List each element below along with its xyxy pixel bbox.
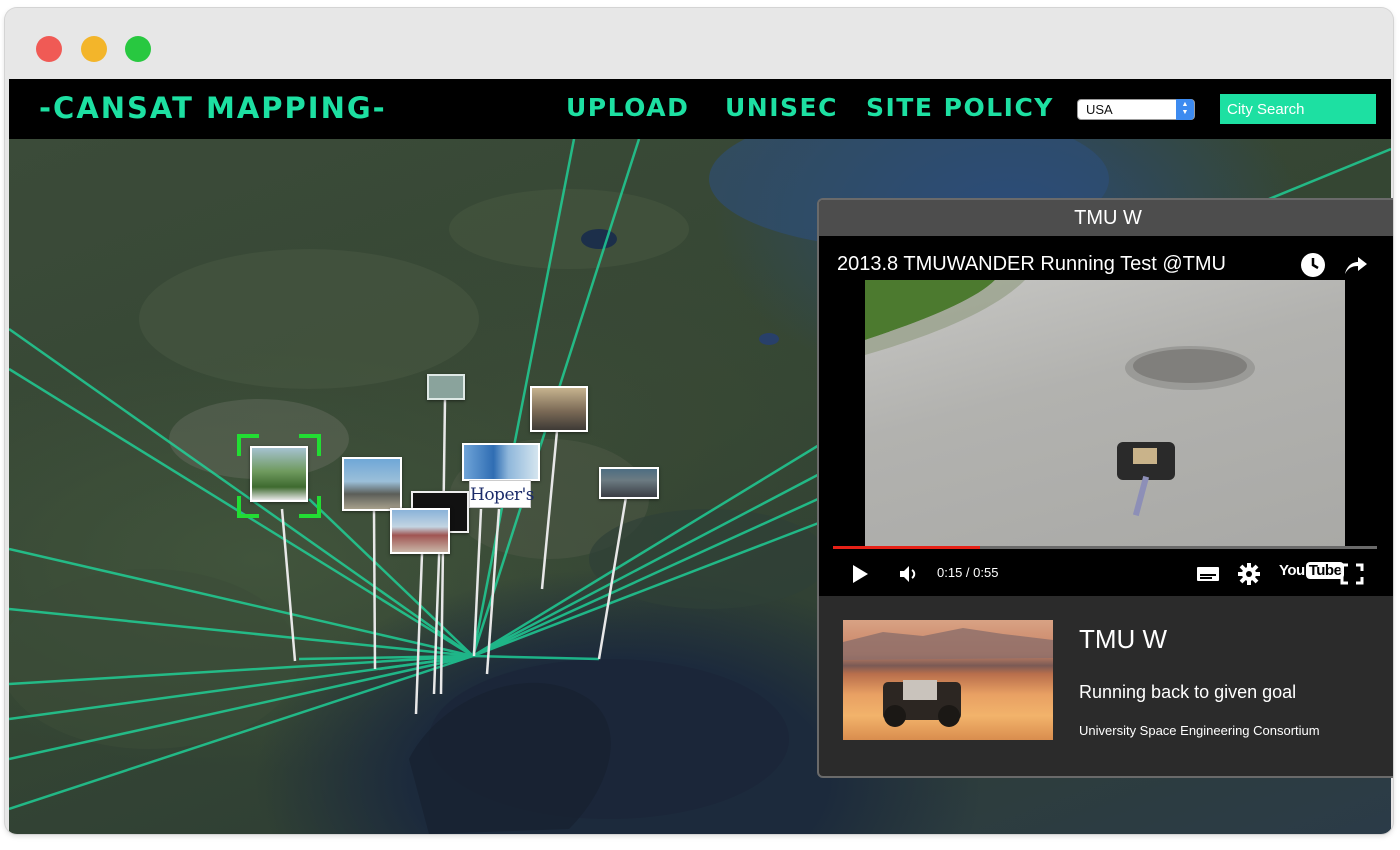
video-still — [865, 280, 1255, 517]
team-thumbnail — [843, 620, 1053, 740]
browser-window: -CANSAT MAPPING- UPLOAD UNISEC SITE POLI… — [5, 8, 1393, 834]
map-marker-photo-6[interactable] — [390, 508, 450, 554]
country-select-value: USA — [1086, 102, 1113, 117]
video-progress-bar[interactable] — [833, 546, 1377, 549]
team-description: Running back to given goal — [1079, 682, 1297, 702]
video-time: 0:15 / 0:55 — [937, 565, 999, 580]
team-organization: University Space Engineering Consortium — [1079, 723, 1320, 738]
volume-icon[interactable] — [897, 562, 921, 586]
top-navbar: -CANSAT MAPPING- UPLOAD UNISEC SITE POLI… — [9, 79, 1391, 139]
map-marker-photo-1[interactable] — [427, 374, 465, 400]
fullscreen-icon[interactable] — [1339, 562, 1365, 586]
youtube-logo[interactable]: You Tube — [1279, 562, 1345, 579]
country-select[interactable]: USA ▲ ▼ — [1077, 99, 1195, 120]
map-marker-photo-2[interactable] — [530, 386, 588, 432]
youtube-video-player[interactable]: 2013.8 TMUWANDER Running Test @TMU 0:15 … — [819, 236, 1393, 596]
team-info-panel: TMU W 2013.8 TMUWANDER Running Test @TMU — [817, 198, 1393, 778]
minimize-window-button[interactable] — [81, 36, 107, 62]
panel-title: TMU W — [819, 200, 1393, 236]
captions-icon[interactable] — [1195, 562, 1221, 586]
video-progress-fill — [833, 546, 980, 549]
select-arrows-icon: ▲ ▼ — [1176, 99, 1194, 120]
watch-later-icon[interactable] — [1299, 251, 1327, 279]
map-marker-photo-selected[interactable] — [250, 446, 308, 502]
close-window-button[interactable] — [36, 36, 62, 62]
map-marker-hopers[interactable]: Hoper's — [469, 480, 535, 508]
nav-upload-link[interactable]: UPLOAD — [566, 93, 689, 122]
video-frame[interactable] — [865, 280, 1345, 548]
video-title[interactable]: 2013.8 TMUWANDER Running Test @TMU — [837, 253, 1226, 276]
nav-site-policy-link[interactable]: SITE POLICY — [866, 93, 1054, 122]
nav-unisec-link[interactable]: UNISEC — [725, 93, 838, 122]
settings-icon[interactable] — [1237, 562, 1261, 586]
window-titlebar — [5, 8, 1393, 79]
map-marker-photo-3[interactable] — [462, 443, 540, 481]
team-name: TMU W — [1079, 624, 1168, 654]
map-marker-photo-4[interactable] — [342, 457, 402, 511]
site-logo[interactable]: -CANSAT MAPPING- — [39, 91, 387, 125]
play-icon[interactable] — [849, 562, 871, 586]
share-icon[interactable] — [1341, 251, 1369, 279]
selected-marker-frame[interactable] — [237, 434, 321, 518]
zoom-window-button[interactable] — [125, 36, 151, 62]
map-marker-photo-7[interactable] — [599, 467, 659, 499]
city-search-input[interactable] — [1220, 94, 1376, 124]
